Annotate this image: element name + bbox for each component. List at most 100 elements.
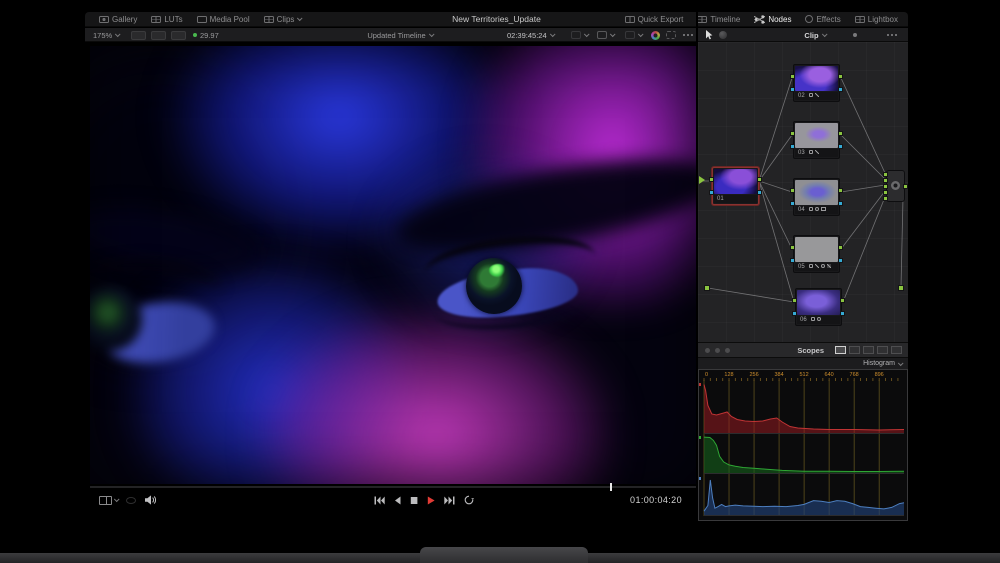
timeline-button[interactable]: Timeline	[691, 14, 746, 25]
toolbar-right-group: Quick Export Timeline Nodes Effects Ligh…	[619, 14, 904, 25]
node-key-input-dot[interactable]	[790, 144, 795, 149]
media-pool-icon	[197, 16, 207, 23]
node-key-input-dot[interactable]	[790, 258, 795, 263]
expand-viewer-button[interactable]	[666, 28, 676, 42]
node-01[interactable]: 01	[712, 167, 759, 205]
viewer-image[interactable]	[90, 46, 697, 484]
node-key-output-dot[interactable]	[838, 87, 843, 92]
toggle-c-button[interactable]	[171, 31, 186, 40]
quick-export-button[interactable]: Quick Export	[619, 14, 690, 25]
node-key-output-dot[interactable]	[757, 190, 762, 195]
two-wide-icon[interactable]	[863, 346, 874, 354]
circle-icon	[821, 264, 825, 268]
node-key-output-dot[interactable]	[840, 311, 845, 316]
node-output-dot[interactable]	[838, 131, 843, 136]
node-output-dot[interactable]	[757, 177, 762, 182]
output-input-dot[interactable]	[883, 190, 888, 195]
skip-back-button[interactable]	[374, 496, 385, 505]
node-04[interactable]: 04	[793, 178, 840, 216]
graph-mode: Clip	[804, 31, 818, 40]
highlight-button[interactable]	[853, 28, 857, 42]
node-input-dot[interactable]	[790, 245, 795, 250]
zoom-selector[interactable]: 175%	[93, 28, 119, 42]
node-key-output-dot[interactable]	[838, 201, 843, 206]
toggle-b-button[interactable]	[151, 31, 166, 40]
node-06[interactable]: 06	[795, 288, 842, 326]
grid-view-icon[interactable]	[891, 346, 902, 354]
lightbox-button[interactable]: Lightbox	[849, 14, 904, 25]
viewer-scrub-bar[interactable]	[90, 486, 697, 488]
graph-mode-selector[interactable]: Clip	[785, 28, 845, 42]
media-pool-button[interactable]: Media Pool	[191, 14, 256, 25]
output-input-dot[interactable]	[883, 172, 888, 177]
cursor-tool-button[interactable]	[705, 28, 713, 42]
chevron-down-icon	[638, 31, 644, 37]
output-input-dot[interactable]	[883, 196, 888, 201]
output-node[interactable]	[886, 170, 905, 202]
loop-button[interactable]	[464, 495, 474, 505]
gallery-label: Gallery	[112, 15, 137, 24]
viewer-toggles	[131, 28, 186, 42]
four-up-icon[interactable]	[877, 346, 888, 354]
node-input-dot[interactable]	[790, 131, 795, 136]
gallery-button[interactable]: Gallery	[93, 14, 143, 25]
node-output-dot[interactable]	[838, 188, 843, 193]
frame-rate-indicator: 29.97	[193, 28, 219, 42]
viewer-timecode-selector[interactable]: 02:39:45:24	[507, 28, 554, 42]
quick-export-icon	[625, 16, 635, 23]
cursor-icon	[705, 30, 713, 40]
image-wipe-icon[interactable]	[126, 497, 136, 504]
skip-forward-button[interactable]	[444, 496, 455, 505]
node-output-dot[interactable]	[840, 298, 845, 303]
step-back-button[interactable]	[394, 496, 401, 505]
camera-dropdown[interactable]	[571, 28, 588, 42]
node-key-output-dot[interactable]	[838, 144, 843, 149]
gang-viewer-dropdown[interactable]	[597, 28, 614, 42]
scope-mode-selector[interactable]: Histogram	[698, 357, 908, 369]
node-graph[interactable]: 01 02 03	[698, 42, 908, 342]
play-button[interactable]	[427, 496, 435, 505]
node-05[interactable]: 05	[793, 235, 840, 273]
grade-wheel-button[interactable]	[651, 28, 660, 42]
svg-text:0: 0	[705, 372, 708, 378]
node-key-input-dot[interactable]	[709, 190, 714, 195]
node-input-dot[interactable]	[790, 74, 795, 79]
node-key-output-dot[interactable]	[838, 258, 843, 263]
viewer-options-button[interactable]	[683, 28, 693, 42]
output-input-dot[interactable]	[883, 184, 888, 189]
node-02[interactable]: 02	[793, 64, 840, 102]
output-input-dot[interactable]	[883, 178, 888, 183]
laptop-hinge-notch	[420, 547, 588, 563]
node-input-dot[interactable]	[792, 298, 797, 303]
viewer-layout-button[interactable]	[99, 496, 118, 505]
source-input-icon	[699, 176, 705, 184]
stop-button[interactable]	[410, 496, 418, 505]
node-output-dot[interactable]	[838, 245, 843, 250]
transport-buttons	[374, 495, 474, 505]
timeline-selector[interactable]: Updated Timeline	[340, 28, 460, 42]
clips-button[interactable]: Clips	[258, 14, 308, 25]
node-03[interactable]: 03	[793, 121, 840, 159]
program-timecode: 01:00:04:20	[630, 495, 682, 505]
single-view-icon[interactable]	[835, 346, 846, 354]
two-up-icon[interactable]	[849, 346, 860, 354]
node-key-input-dot[interactable]	[792, 311, 797, 316]
laptop-mockup: Gallery LUTs Media Pool Clips New Territ…	[0, 0, 1000, 563]
toggle-a-button[interactable]	[131, 31, 146, 40]
output-output-dot[interactable]	[903, 184, 908, 189]
bypass-dropdown[interactable]	[625, 28, 642, 42]
node-key-input-dot[interactable]	[790, 87, 795, 92]
node-key-input-dot[interactable]	[790, 201, 795, 206]
svg-text:512: 512	[800, 372, 809, 378]
chevron-down-icon	[610, 31, 616, 37]
audio-mute-button[interactable]	[144, 495, 156, 505]
nodes-button[interactable]: Nodes	[748, 14, 797, 25]
luts-button[interactable]: LUTs	[145, 14, 188, 25]
chevron-down-icon	[584, 31, 590, 37]
node-input-dot[interactable]	[709, 177, 714, 182]
node-output-dot[interactable]	[838, 74, 843, 79]
trackball-button[interactable]	[719, 28, 727, 42]
node-input-dot[interactable]	[790, 188, 795, 193]
graph-options-button[interactable]	[887, 28, 897, 42]
effects-button[interactable]: Effects	[799, 14, 846, 25]
